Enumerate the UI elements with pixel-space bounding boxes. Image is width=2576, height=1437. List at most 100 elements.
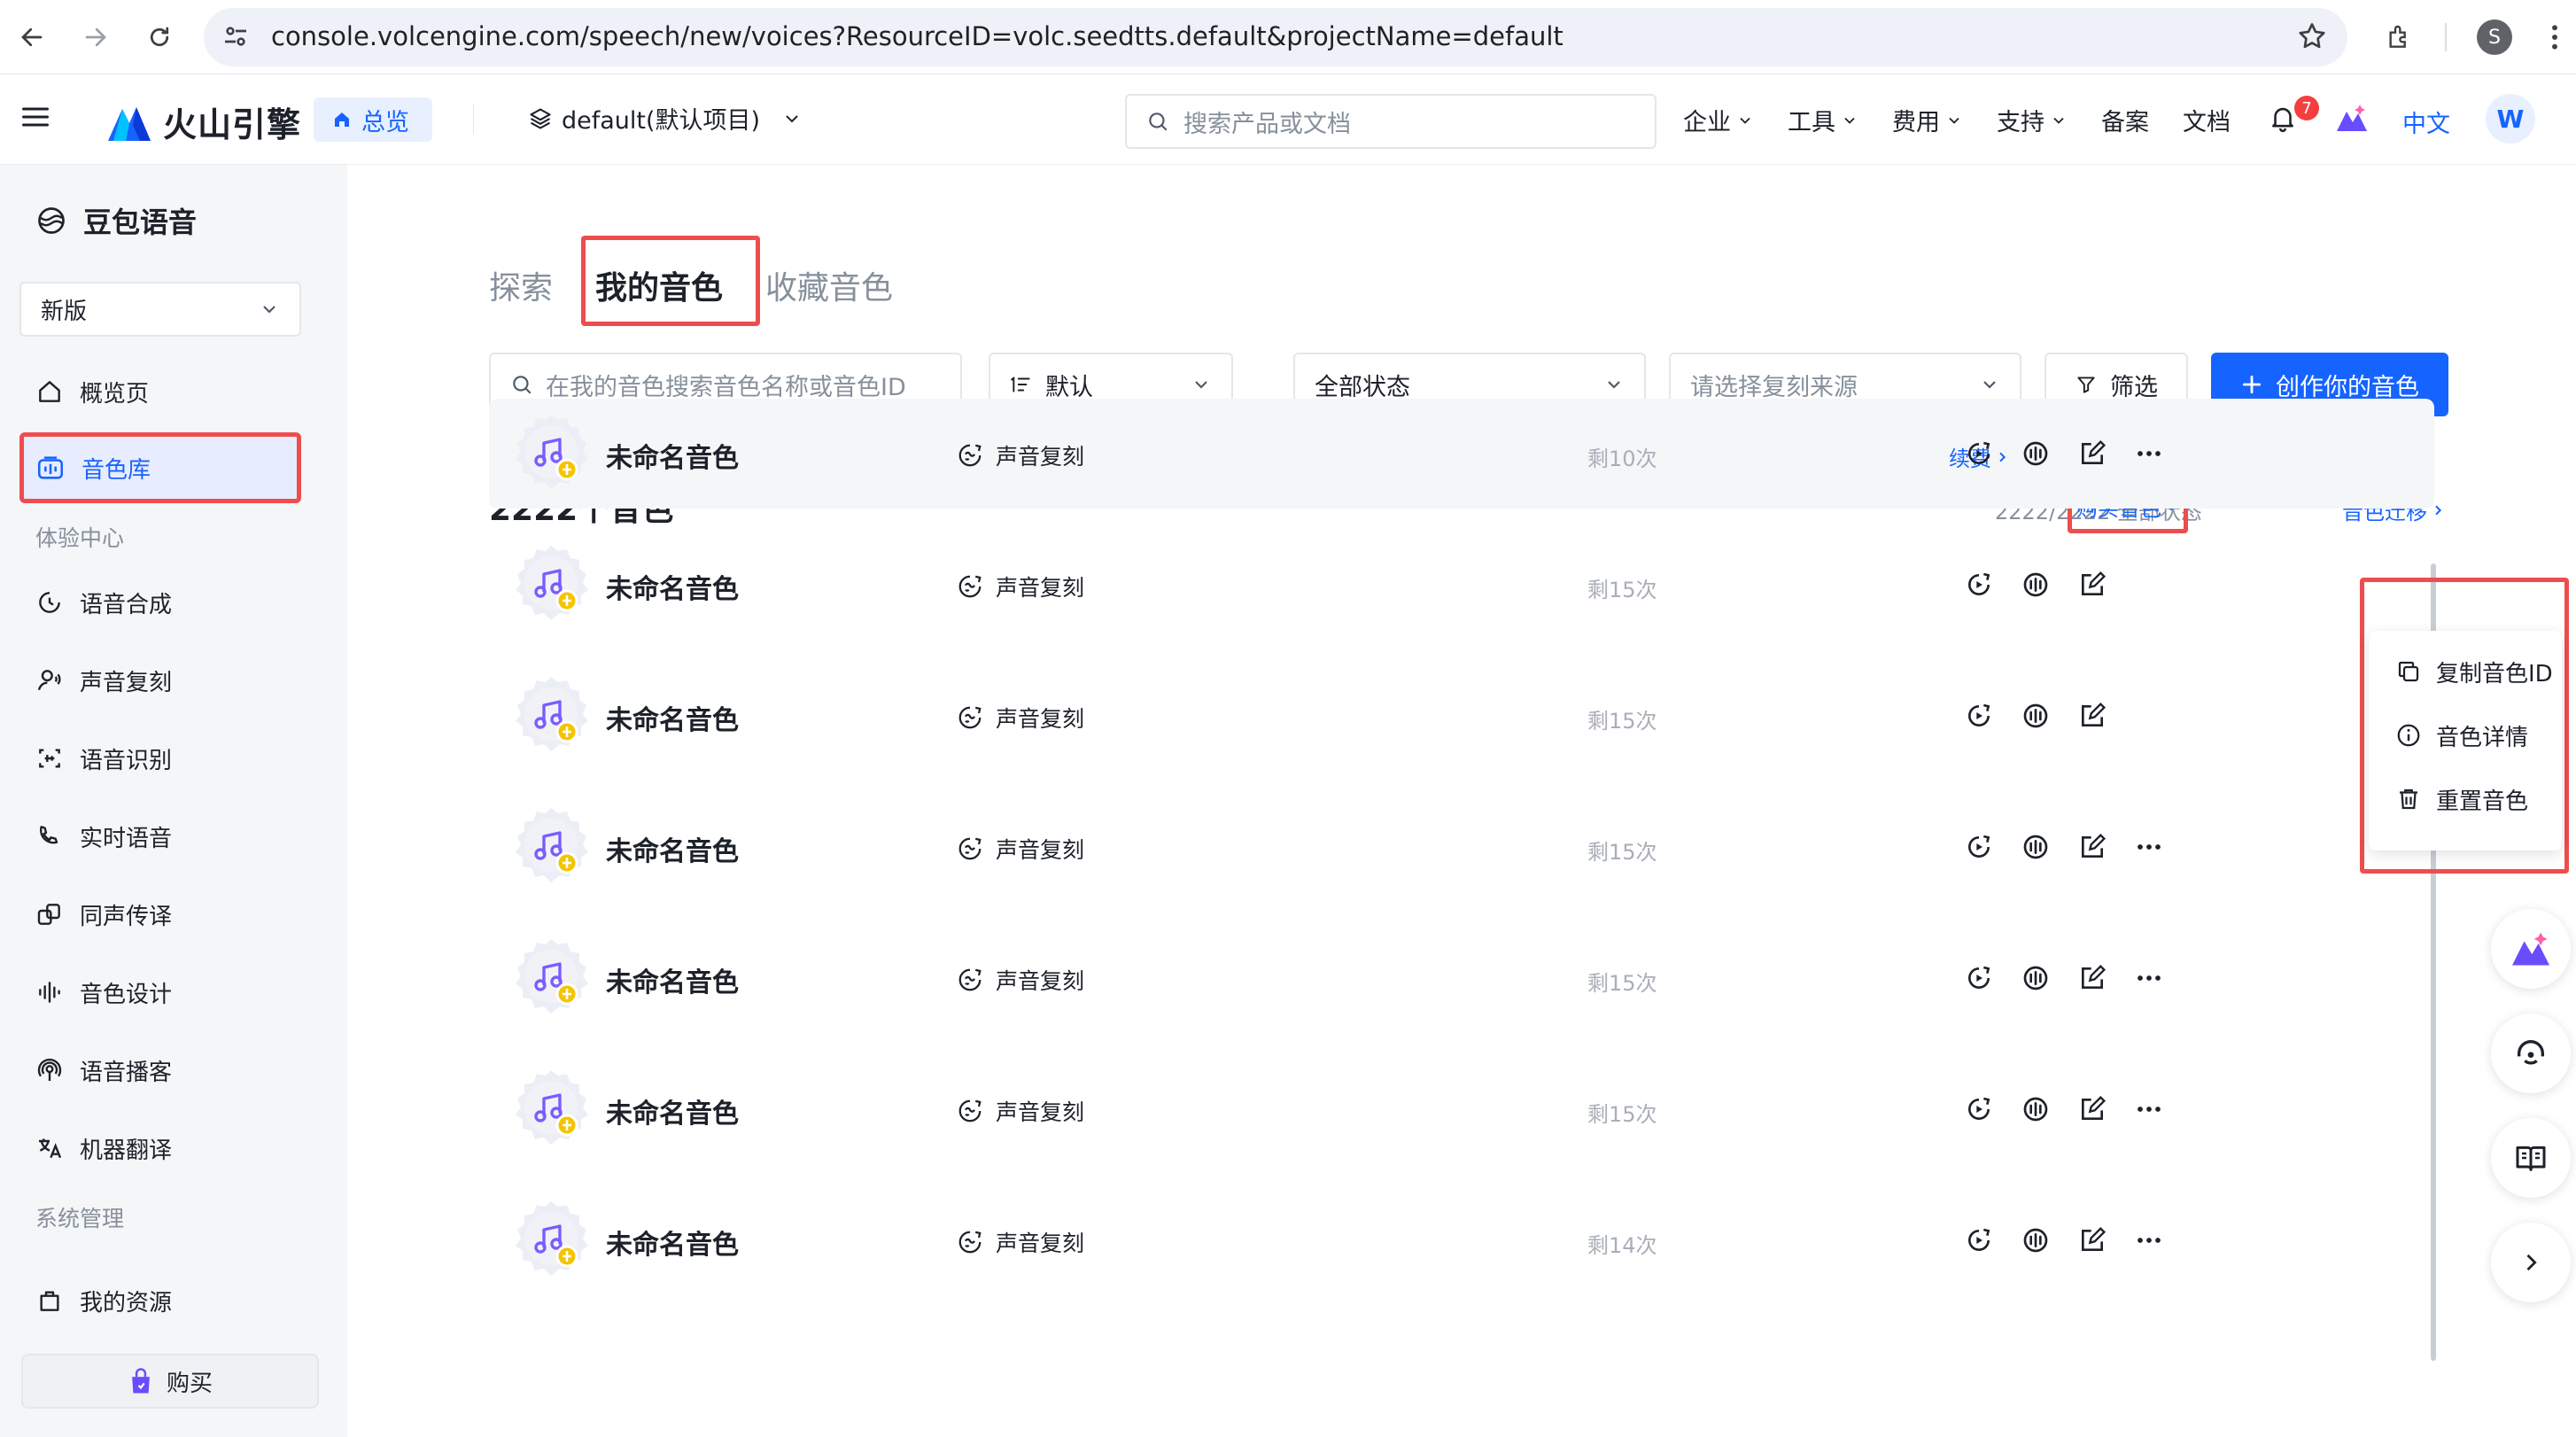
chevron-down-icon xyxy=(2053,117,2064,124)
chevron-down-icon xyxy=(1195,381,1207,389)
audition-action-icon[interactable] xyxy=(2020,831,2052,863)
synthesize-action-icon[interactable] xyxy=(1963,831,1995,863)
sidebar-item-my-resources[interactable]: 我的资源 xyxy=(19,1269,301,1332)
edit-action-icon[interactable] xyxy=(2076,569,2108,601)
user-avatar[interactable]: W xyxy=(2486,94,2535,144)
url-text[interactable]: console.volcengine.com/speech/new/voices… xyxy=(271,21,1563,51)
nav-filing[interactable]: 备案 xyxy=(2101,103,2149,137)
nav-support-label: 支持 xyxy=(1997,109,2045,136)
more-actions-menu: 复制音色ID 音色详情 重置音色 xyxy=(2369,631,2562,851)
sidebar-item-simultaneous-interpretation[interactable]: 同声传译 xyxy=(19,882,301,946)
sidebar-item-label: 声音复刻 xyxy=(80,669,173,696)
voice-clone-icon xyxy=(957,442,983,469)
edit-action-icon[interactable] xyxy=(2076,700,2108,732)
synthesize-action-icon[interactable] xyxy=(1963,1093,1995,1125)
more-action-icon[interactable] xyxy=(2133,438,2165,470)
floating-ai-assistant-button[interactable] xyxy=(2491,909,2571,989)
voice-name: 未命名音色 xyxy=(606,443,739,474)
voice-row[interactable]: 未命名音色 声音复刻 剩15次 xyxy=(489,661,2434,771)
project-selector[interactable]: default(默认项目) xyxy=(528,101,803,136)
sidebar-item-voice-clone[interactable]: 声音复刻 xyxy=(19,649,301,712)
voice-remaining-count: 剩15次 xyxy=(1587,840,1657,865)
hamburger-menu-icon[interactable] xyxy=(18,101,53,133)
site-settings-icon[interactable] xyxy=(220,20,252,52)
sidebar-item-voice-library[interactable]: 音色库 xyxy=(19,432,301,503)
floating-support-button[interactable] xyxy=(2491,1014,2571,1093)
nav-support[interactable]: 支持 xyxy=(1997,103,2068,137)
sidebar-item-speech-synthesis[interactable]: 语音合成 xyxy=(19,571,301,634)
voice-row[interactable]: 未命名音色 声音复刻 剩14次 xyxy=(489,1185,2434,1295)
synthesize-action-icon[interactable] xyxy=(1963,700,1995,732)
nav-enterprise[interactable]: 企业 xyxy=(1683,103,1754,137)
volcano-logo-icon xyxy=(108,106,151,141)
sidebar-item-machine-translation[interactable]: 机器翻译 xyxy=(19,1116,301,1180)
voice-row[interactable]: 未命名音色 声音复刻 剩15次 xyxy=(489,1054,2434,1164)
sidebar-item-overview[interactable]: 概览页 xyxy=(19,360,301,423)
sidebar-item-podcast[interactable]: 语音播客 xyxy=(19,1038,301,1102)
voice-name: 未命名音色 xyxy=(606,1230,739,1261)
forward-icon[interactable] xyxy=(73,14,119,60)
edit-action-icon[interactable] xyxy=(2076,962,2108,994)
tab-explore[interactable]: 探索 xyxy=(489,262,553,308)
synthesize-action-icon[interactable] xyxy=(1963,1224,1995,1256)
audition-action-icon[interactable] xyxy=(2020,1224,2052,1256)
voice-row[interactable]: 未命名音色 声音复刻 剩15次 xyxy=(489,792,2434,902)
version-select[interactable]: 新版 xyxy=(19,282,301,337)
extensions-icon[interactable] xyxy=(2376,14,2422,60)
reload-icon[interactable] xyxy=(136,14,182,60)
more-action-icon[interactable] xyxy=(2133,1224,2165,1256)
voice-clone-icon xyxy=(37,670,61,691)
edit-action-icon[interactable] xyxy=(2076,1224,2108,1256)
menu-copy-voice-id[interactable]: 复制音色ID xyxy=(2369,640,2562,703)
chevron-down-icon xyxy=(1844,117,1855,124)
edit-action-icon[interactable] xyxy=(2076,1093,2108,1125)
overview-tab[interactable]: 总览 xyxy=(314,97,432,142)
chevron-down-icon xyxy=(1949,117,1959,124)
nav-tools[interactable]: 工具 xyxy=(1788,103,1858,137)
sidebar-item-label: 语音合成 xyxy=(80,591,173,618)
voice-row[interactable]: 未命名音色 声音复刻 剩15次 xyxy=(489,530,2434,640)
bookmark-star-icon[interactable] xyxy=(2296,20,2328,52)
synthesize-action-icon[interactable] xyxy=(1963,962,1995,994)
tab-favorite-voices[interactable]: 收藏音色 xyxy=(765,262,893,308)
voice-row[interactable]: 未命名音色 声音复刻 剩10次 续费 xyxy=(489,399,2434,509)
global-search-input[interactable]: 搜索产品或文档 xyxy=(1125,94,1657,149)
sidebar-item-speech-recognition[interactable]: 语音识别 xyxy=(19,726,301,790)
voice-row[interactable]: 未命名音色 声音复刻 剩15次 xyxy=(489,923,2434,1033)
nav-billing[interactable]: 费用 xyxy=(1892,103,1963,137)
notification-bell-icon[interactable] xyxy=(2268,103,2298,133)
synthesize-action-icon[interactable] xyxy=(1963,569,1995,601)
floating-docs-button[interactable] xyxy=(2491,1118,2571,1198)
floating-collapse-button[interactable] xyxy=(2491,1223,2571,1302)
nav-tools-label: 工具 xyxy=(1788,109,1835,136)
sidebar-item-realtime-voice[interactable]: 实时语音 xyxy=(19,804,301,868)
language-switch[interactable]: 中文 xyxy=(2402,105,2450,139)
buy-button[interactable]: 购买 xyxy=(21,1354,319,1409)
voice-type-label: 声音复刻 xyxy=(996,706,1085,732)
browser-profile-avatar[interactable]: S xyxy=(2477,19,2512,55)
audition-action-icon[interactable] xyxy=(2020,1093,2052,1125)
voice-avatar-icon xyxy=(508,542,594,627)
synthesize-action-icon[interactable] xyxy=(1963,438,1995,470)
sidebar-item-voice-design[interactable]: 音色设计 xyxy=(19,960,301,1024)
chevron-down-icon xyxy=(263,306,275,314)
audition-action-icon[interactable] xyxy=(2020,438,2052,470)
brand-logo[interactable]: 火山引擎 xyxy=(106,97,301,146)
address-bar[interactable]: console.volcengine.com/speech/new/voices… xyxy=(204,8,2347,66)
more-action-icon[interactable] xyxy=(2133,1093,2165,1125)
audition-action-icon[interactable] xyxy=(2020,700,2052,732)
more-action-icon[interactable] xyxy=(2133,962,2165,994)
back-icon[interactable] xyxy=(9,14,55,60)
more-action-icon[interactable] xyxy=(2133,831,2165,863)
audition-action-icon[interactable] xyxy=(2020,962,2052,994)
nav-docs[interactable]: 文档 xyxy=(2183,103,2231,137)
edit-action-icon[interactable] xyxy=(2076,438,2108,470)
global-search-placeholder: 搜索产品或文档 xyxy=(1183,110,1351,138)
browser-menu-icon[interactable] xyxy=(2532,14,2576,60)
audition-action-icon[interactable] xyxy=(2020,569,2052,601)
ai-assistant-icon[interactable] xyxy=(2335,103,2369,133)
menu-reset-voice[interactable]: 重置音色 xyxy=(2369,767,2562,831)
edit-action-icon[interactable] xyxy=(2076,831,2108,863)
menu-voice-details[interactable]: 音色详情 xyxy=(2369,703,2562,767)
voice-type: 声音复刻 xyxy=(957,833,1084,865)
